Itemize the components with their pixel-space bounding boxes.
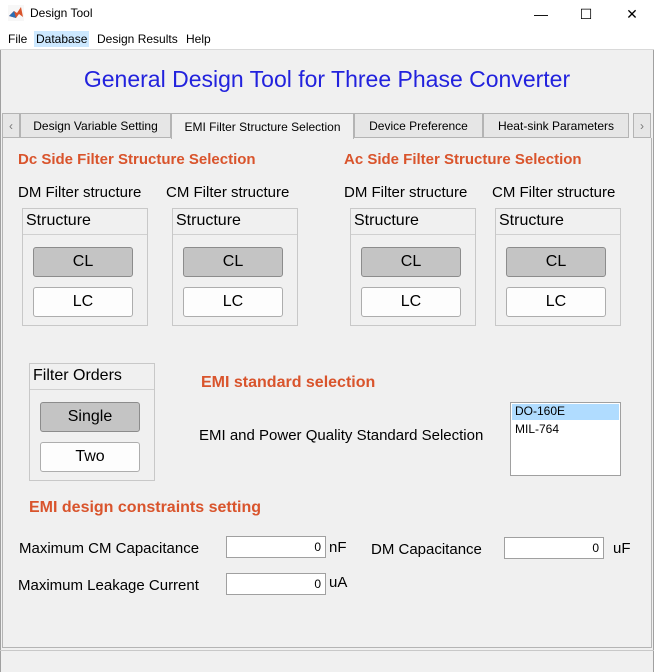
dc-dm-filter-label: DM Filter structure bbox=[18, 184, 142, 201]
ac-dm-filter-label: DM Filter structure bbox=[344, 184, 468, 201]
title-bar: Design Tool — ☐ ✕ bbox=[0, 0, 654, 28]
ac-dm-cl-button[interactable]: CL bbox=[361, 247, 461, 277]
menu-help[interactable]: Help bbox=[184, 31, 213, 47]
ac-section-title: Ac Side Filter Structure Selection bbox=[344, 151, 582, 168]
dc-cm-lc-button[interactable]: LC bbox=[183, 287, 283, 317]
minimize-icon: — bbox=[534, 6, 548, 22]
tab-emi-filter-structure-selection[interactable]: EMI Filter Structure Selection bbox=[171, 113, 354, 139]
ac-cm-structure-group: Structure CL LC bbox=[495, 208, 621, 326]
maximize-icon: ☐ bbox=[579, 5, 593, 22]
list-item-mil-764[interactable]: MIL-764 bbox=[512, 422, 619, 438]
list-item-do-160e[interactable]: DO-160E bbox=[512, 404, 619, 420]
matlab-app-icon bbox=[8, 5, 24, 21]
filter-order-two-button[interactable]: Two bbox=[40, 442, 140, 472]
dc-cm-cl-button[interactable]: CL bbox=[183, 247, 283, 277]
group-title: Structure bbox=[23, 209, 147, 235]
tab-design-variable-setting[interactable]: Design Variable Setting bbox=[20, 113, 171, 138]
close-button[interactable]: ✕ bbox=[609, 0, 654, 28]
status-bar bbox=[0, 650, 654, 672]
minimize-button[interactable]: — bbox=[518, 0, 564, 28]
dc-cm-filter-label: CM Filter structure bbox=[166, 184, 290, 201]
tab-scroll-right-button[interactable]: › bbox=[633, 113, 651, 138]
dm-capacitance-label: DM Capacitance bbox=[371, 541, 482, 558]
window-title: Design Tool bbox=[30, 6, 93, 20]
tab-device-preference[interactable]: Device Preference bbox=[354, 113, 483, 138]
dc-cm-structure-group: Structure CL LC bbox=[172, 208, 298, 326]
max-cm-capacitance-unit: nF bbox=[329, 539, 347, 556]
dc-section-title: Dc Side Filter Structure Selection bbox=[18, 151, 256, 168]
tab-scroll-left-button[interactable]: ‹ bbox=[2, 113, 20, 138]
filter-order-single-button[interactable]: Single bbox=[40, 402, 140, 432]
emi-standard-title: EMI standard selection bbox=[201, 374, 376, 391]
group-title: Filter Orders bbox=[30, 364, 154, 390]
menu-file[interactable]: File bbox=[6, 31, 29, 47]
dm-capacitance-unit: uF bbox=[613, 540, 631, 557]
dc-dm-structure-group: Structure CL LC bbox=[22, 208, 148, 326]
dc-dm-cl-button[interactable]: CL bbox=[33, 247, 133, 277]
chevron-right-icon: › bbox=[640, 118, 644, 133]
filter-orders-group: Filter Orders Single Two bbox=[29, 363, 155, 481]
app-heading: General Design Tool for Three Phase Conv… bbox=[83, 66, 571, 92]
max-leakage-current-label: Maximum Leakage Current bbox=[18, 577, 199, 594]
max-cm-capacitance-label: Maximum CM Capacitance bbox=[19, 540, 200, 557]
group-title: Structure bbox=[496, 209, 620, 235]
ac-cm-lc-button[interactable]: LC bbox=[506, 287, 606, 317]
max-leakage-current-input[interactable]: 0 bbox=[226, 573, 326, 595]
group-title: Structure bbox=[351, 209, 475, 235]
emi-standard-label: EMI and Power Quality Standard Selection bbox=[199, 427, 484, 444]
ac-cm-filter-label: CM Filter structure bbox=[492, 184, 616, 201]
dc-dm-lc-button[interactable]: LC bbox=[33, 287, 133, 317]
menu-design-results[interactable]: Design Results bbox=[95, 31, 180, 47]
group-title: Structure bbox=[173, 209, 297, 235]
tab-heat-sink-parameters[interactable]: Heat-sink Parameters bbox=[483, 113, 629, 138]
dm-capacitance-input[interactable]: 0 bbox=[504, 537, 604, 559]
max-leakage-current-unit: uA bbox=[329, 574, 348, 591]
ac-cm-cl-button[interactable]: CL bbox=[506, 247, 606, 277]
max-cm-capacitance-input[interactable]: 0 bbox=[226, 536, 326, 558]
chevron-left-icon: ‹ bbox=[9, 118, 13, 133]
maximize-button[interactable]: ☐ bbox=[563, 0, 609, 28]
close-icon: ✕ bbox=[626, 5, 638, 22]
ac-dm-structure-group: Structure CL LC bbox=[350, 208, 476, 326]
ac-dm-lc-button[interactable]: LC bbox=[361, 287, 461, 317]
emi-standard-listbox[interactable]: DO-160E MIL-764 bbox=[510, 402, 621, 476]
menu-bar: File Database Design Results Help bbox=[0, 28, 654, 50]
constraints-title: EMI design constraints setting bbox=[29, 499, 262, 516]
menu-database[interactable]: Database bbox=[34, 31, 90, 47]
